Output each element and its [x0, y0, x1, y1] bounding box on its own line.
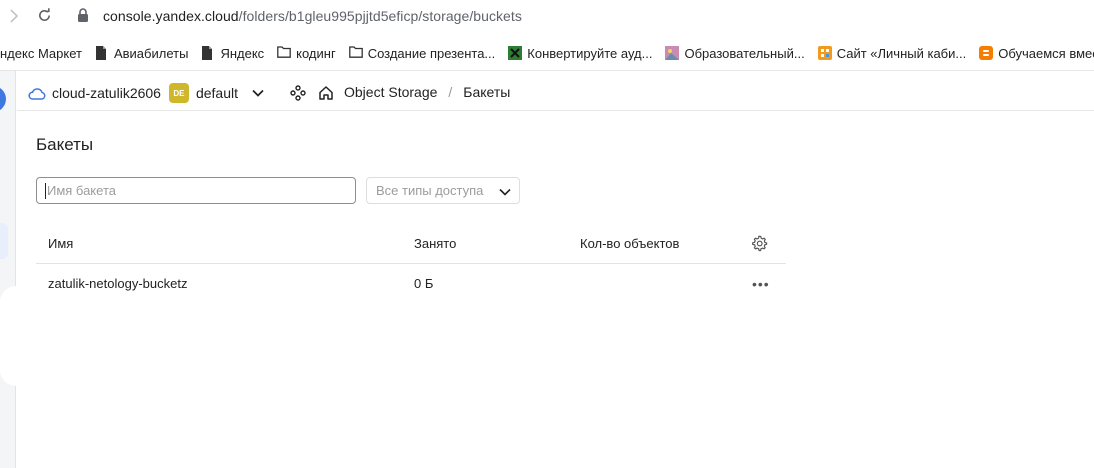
bookmark-label: Образовательный...	[684, 45, 805, 61]
address-bar: console.yandex.cloud/folders/b1gleu995pj…	[0, 0, 1094, 33]
bookmark-item[interactable]: кодинг	[277, 46, 336, 61]
url-host: console.yandex.cloud	[103, 8, 239, 24]
bookmark-label: Яндекс	[220, 45, 265, 61]
breadcrumb: Object Storage / Бакеты	[344, 84, 510, 100]
bookmark-item[interactable]: Сайт «Личный каби...	[817, 45, 967, 61]
page-icon	[201, 46, 215, 60]
url-field[interactable]: console.yandex.cloud/folders/b1gleu995pj…	[103, 8, 522, 24]
image-icon	[665, 46, 680, 60]
chevron-down-icon	[499, 184, 511, 199]
bookmark-item[interactable]: ндекс Маркет	[0, 46, 82, 61]
page-title: Бакеты	[36, 135, 94, 154]
bookmark-label: ндекс Маркет	[0, 45, 82, 61]
table-divider	[36, 263, 786, 264]
chevron-down-icon[interactable]	[252, 89, 264, 97]
folder-icon	[348, 46, 363, 60]
services-graph-icon[interactable]	[290, 85, 306, 101]
breadcrumb-current: Бакеты	[463, 84, 511, 100]
page-icon	[95, 46, 109, 60]
bookmark-item[interactable]: Авиабилеты	[95, 46, 188, 61]
forward-icon[interactable]	[8, 9, 20, 27]
bookmark-label: кодинг	[296, 45, 336, 61]
bookmark-item[interactable]: Конвертируйте ауд...	[508, 46, 652, 61]
bookmark-label: Конвертируйте ауд...	[527, 45, 653, 61]
gear-icon[interactable]	[751, 235, 768, 257]
bucket-name-link[interactable]: zatulik-netology-bucketz	[48, 276, 187, 291]
breadcrumb-service[interactable]: Object Storage	[344, 84, 437, 100]
rail-active-bg	[0, 286, 16, 386]
folder-name: default	[195, 85, 239, 101]
reload-icon[interactable]	[37, 8, 52, 27]
breadcrumb-separator: /	[448, 84, 453, 100]
cloud-icon	[28, 87, 46, 100]
bookmark-item[interactable]: Создание презента...	[348, 45, 496, 61]
search-placeholder: Имя бакета	[47, 183, 116, 198]
home-icon[interactable]	[318, 85, 334, 101]
url-path: /folders/b1gleu995pjjtd5eficp/storage/bu…	[238, 8, 522, 24]
bookmark-label: Авиабилеты	[113, 45, 189, 61]
text-caret	[45, 183, 46, 199]
bookmark-label: Сайт «Личный каби...	[836, 45, 967, 61]
bucket-size: 0 Б	[414, 276, 434, 291]
access-type-select[interactable]: Все типы доступа	[366, 177, 520, 204]
left-rail	[0, 71, 16, 468]
column-header-count[interactable]: Кол-во объектов	[580, 236, 679, 251]
folder-icon	[277, 46, 292, 60]
more-actions-icon[interactable]: •••	[752, 276, 770, 292]
lock-icon[interactable]	[77, 8, 89, 27]
cloud-name: cloud-zatulik2606	[52, 85, 161, 101]
green-x-icon	[508, 46, 523, 60]
bookmark-label: Создание презента...	[367, 45, 496, 61]
bookmarks-bar: ндекс Маркет Авиабилеты Яндекс кодинг Со…	[0, 37, 1094, 69]
blogger-icon	[979, 46, 994, 60]
access-type-value: Все типы доступа	[376, 183, 484, 198]
column-header-size[interactable]: Занято	[414, 236, 456, 251]
orange-grid-icon	[817, 46, 832, 60]
folder-badge: DE	[168, 83, 189, 103]
bookmark-item[interactable]: Образовательный...	[665, 45, 805, 61]
column-header-name[interactable]: Имя	[48, 236, 73, 251]
bookmark-item[interactable]: Яндекс	[201, 46, 264, 61]
bookmark-item[interactable]: Обучаемся вместе:...	[979, 46, 1094, 61]
bucket-search-input[interactable]: Имя бакета	[36, 177, 356, 204]
rail-selected-item[interactable]	[0, 223, 8, 259]
bookmark-label: Обучаемся вместе:...	[998, 45, 1094, 61]
cloud-selector[interactable]: cloud-zatulik2606 DE default	[28, 83, 334, 103]
